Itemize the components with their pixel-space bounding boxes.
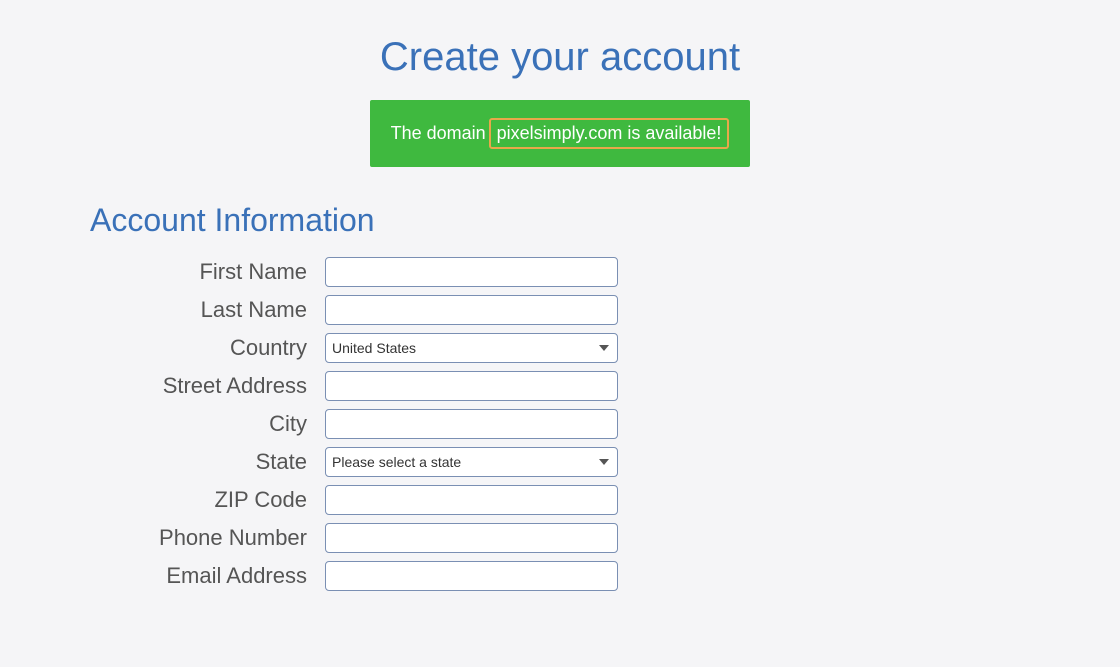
domain-availability-banner: The domain pixelsimply.com is available! — [370, 100, 750, 167]
label-state: State — [90, 449, 325, 475]
label-email-address: Email Address — [90, 563, 325, 589]
street-address-input[interactable] — [325, 371, 618, 401]
zip-code-input[interactable] — [325, 485, 618, 515]
label-zip-code: ZIP Code — [90, 487, 325, 513]
form-row-first-name: First Name — [90, 257, 1120, 287]
phone-number-input[interactable] — [325, 523, 618, 553]
label-last-name: Last Name — [90, 297, 325, 323]
country-select[interactable]: United States — [325, 333, 618, 363]
state-select[interactable]: Please select a state — [325, 447, 618, 477]
last-name-input[interactable] — [325, 295, 618, 325]
banner-prefix: The domain — [391, 123, 486, 143]
email-address-input[interactable] — [325, 561, 618, 591]
form-row-state: State Please select a state — [90, 447, 1120, 477]
account-information-form: First Name Last Name Country United Stat… — [0, 257, 1120, 591]
label-street-address: Street Address — [90, 373, 325, 399]
form-row-city: City — [90, 409, 1120, 439]
form-row-email-address: Email Address — [90, 561, 1120, 591]
banner-highlighted-domain: pixelsimply.com is available! — [489, 118, 730, 149]
form-row-phone-number: Phone Number — [90, 523, 1120, 553]
label-first-name: First Name — [90, 259, 325, 285]
form-row-street-address: Street Address — [90, 371, 1120, 401]
section-title-account-information: Account Information — [90, 202, 1120, 239]
label-phone-number: Phone Number — [90, 525, 325, 551]
city-input[interactable] — [325, 409, 618, 439]
form-row-country: Country United States — [90, 333, 1120, 363]
label-country: Country — [90, 335, 325, 361]
form-row-zip-code: ZIP Code — [90, 485, 1120, 515]
page-title: Create your account — [0, 35, 1120, 80]
form-row-last-name: Last Name — [90, 295, 1120, 325]
label-city: City — [90, 411, 325, 437]
first-name-input[interactable] — [325, 257, 618, 287]
